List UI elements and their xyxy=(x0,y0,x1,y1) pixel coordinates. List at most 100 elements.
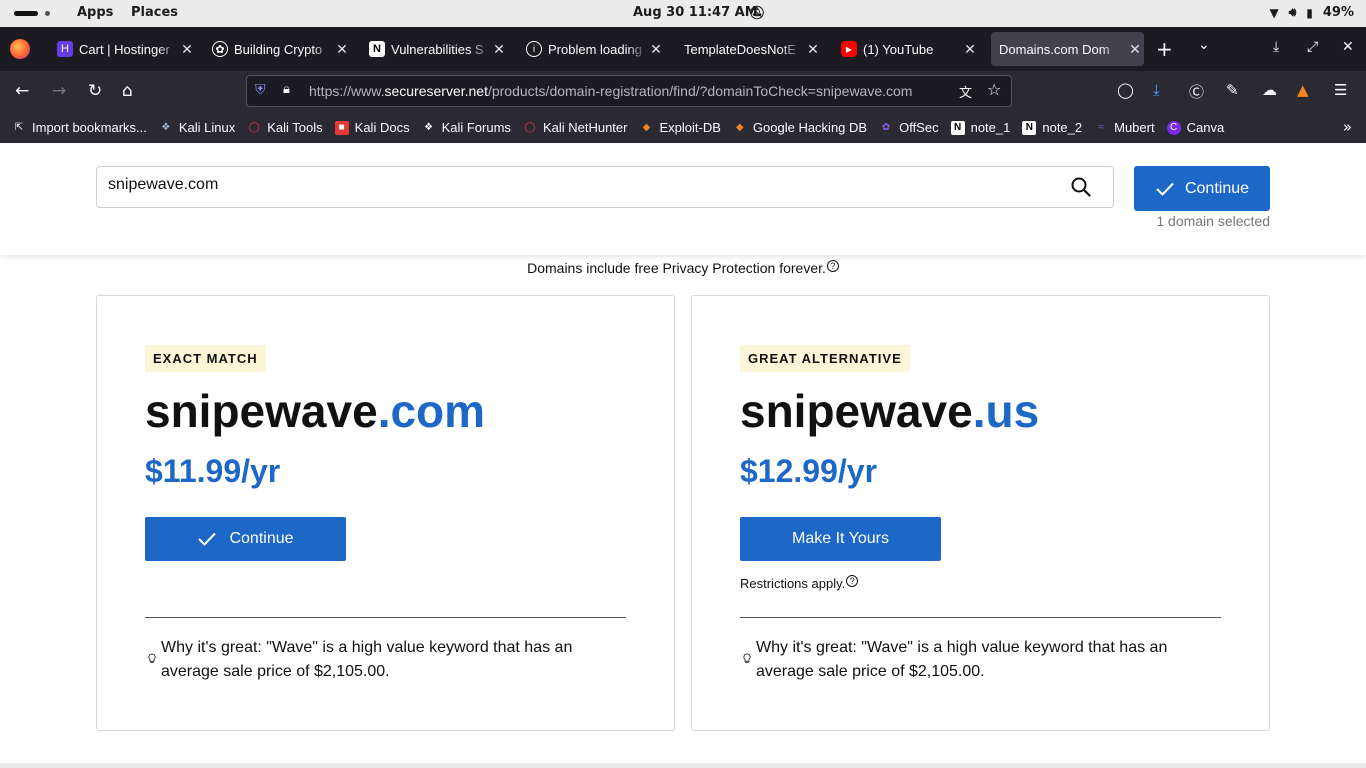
places-menu[interactable]: Places xyxy=(131,5,178,20)
battery-icon: ▮ xyxy=(1306,5,1313,20)
lightbulb-icon xyxy=(743,653,751,664)
navigation-toolbar: ← → ↻ ⌂ ⛨ 🔒︎ https://www.secureserver.ne… xyxy=(0,71,1366,112)
activities-indicator[interactable] xyxy=(14,11,50,16)
tab-label: Domains.com Dom xyxy=(999,41,1110,57)
why-its-great-note: Why it's great: "Wave" is a high value k… xyxy=(145,636,615,684)
continue-label: Continue xyxy=(229,530,294,547)
tab-label: Building Crypto xyxy=(234,41,323,57)
bookmark-kali-tools[interactable]: ◯ Kali Tools xyxy=(247,120,323,135)
continue-button[interactable]: Continue xyxy=(145,517,346,561)
make-it-yours-button[interactable]: Make It Yours xyxy=(740,517,941,561)
firefox-view-icon[interactable] xyxy=(10,39,30,59)
extension-c-icon[interactable]: Ⓒ xyxy=(1189,81,1204,102)
restore-window-icon[interactable]: ⤢ xyxy=(1307,39,1318,55)
close-tab-icon[interactable]: ✕ xyxy=(1126,41,1144,58)
close-tab-icon[interactable]: ✕ xyxy=(490,41,508,58)
bookmark-import[interactable]: ⇱ Import bookmarks... xyxy=(12,120,147,135)
bookmark-kali-linux[interactable]: ❖ Kali Linux xyxy=(159,120,235,135)
bookmark-exploit-db[interactable]: ◆ Exploit-DB xyxy=(639,120,721,135)
search-icon[interactable] xyxy=(1071,177,1091,197)
import-icon: ⇱ xyxy=(14,122,24,133)
tab-problem-loading[interactable]: i Problem loading ✕ xyxy=(521,32,665,66)
offsec-icon: ✿ xyxy=(881,122,891,133)
bookmark-offsec[interactable]: ✿ OffSec xyxy=(879,120,939,135)
tab-youtube[interactable]: ▶ (1) YouTube ✕ xyxy=(835,32,979,66)
close-tab-icon[interactable]: ✕ xyxy=(804,41,822,58)
home-icon[interactable]: ⌂ xyxy=(122,81,133,101)
youtube-icon: ▶ xyxy=(841,41,857,57)
tab-label: TemplateDoesNotE xyxy=(684,41,796,57)
page-content: Continue 1 domain selected Domains inclu… xyxy=(0,143,1366,768)
bookmark-note-1[interactable]: Nnote_1 xyxy=(950,120,1010,135)
checkmark-icon xyxy=(198,532,217,546)
forward-icon[interactable]: → xyxy=(52,81,66,101)
tab-bar: H Cart | Hostinger ✕ ✿ Building Crypto ✕… xyxy=(0,27,1366,71)
minimize-window-icon[interactable]: ⤓ xyxy=(1273,39,1279,55)
notion-icon: N xyxy=(369,41,385,57)
clock[interactable]: Aug 30 11:47 AM xyxy=(633,5,758,20)
bookmark-mubert[interactable]: ≈ Mubert xyxy=(1094,120,1154,135)
close-tab-icon[interactable]: ✕ xyxy=(333,41,351,58)
domain-name: snipewave.us xyxy=(740,385,1040,437)
domain-search-header: Continue 1 domain selected xyxy=(0,143,1366,255)
address-bar[interactable]: ⛨ 🔒︎ https://www.secureserver.net/produc… xyxy=(246,75,1012,107)
lock-icon[interactable]: 🔒︎ xyxy=(283,82,290,97)
kali-docs-icon: ■ xyxy=(334,120,349,135)
list-all-tabs-icon[interactable]: ⌄ xyxy=(1198,37,1210,53)
help-question-icon[interactable]: ? xyxy=(826,260,839,272)
more-bookmarks-chevron-icon[interactable]: » xyxy=(1343,118,1352,136)
downloads-icon[interactable]: ⤓ xyxy=(1153,81,1160,99)
tab-domains-com[interactable]: Domains.com Dom ✕ xyxy=(991,32,1144,66)
great-alternative-badge: GREAT ALTERNATIVE xyxy=(740,345,910,372)
domain-price: $12.99/yr xyxy=(740,453,878,489)
kali-tools-icon: ◯ xyxy=(248,122,260,133)
great-alternative-card: GREAT ALTERNATIVE snipewave.us $12.99/yr… xyxy=(691,295,1270,731)
url-text[interactable]: https://www.secureserver.net/products/do… xyxy=(309,83,949,99)
translate-icon[interactable]: 文 xyxy=(959,82,972,101)
bookmark-canva[interactable]: C Canva xyxy=(1166,120,1224,135)
bookmark-kali-forums[interactable]: ❖ Kali Forums xyxy=(422,120,511,135)
battery-percentage: 49% xyxy=(1322,5,1354,20)
app-menu-icon[interactable]: ☰ xyxy=(1334,81,1347,99)
exact-match-badge: EXACT MATCH xyxy=(145,345,266,372)
restrictions-note: Restrictions apply.? xyxy=(740,575,859,591)
make-it-yours-label: Make It Yours xyxy=(792,530,889,547)
domain-name: snipewave.com xyxy=(145,385,486,437)
workspace-pill-icon xyxy=(14,11,38,16)
apps-menu[interactable]: Apps xyxy=(77,5,113,20)
domain-search-box[interactable] xyxy=(96,166,1114,208)
bookmark-star-icon[interactable]: ☆ xyxy=(987,80,1001,99)
header-continue-button[interactable]: Continue xyxy=(1134,166,1270,211)
tab-cart-hostinger[interactable]: H Cart | Hostinger ✕ xyxy=(52,32,196,66)
close-tab-icon[interactable]: ✕ xyxy=(647,41,665,58)
notifications-muted-icon: 🔕︎ xyxy=(749,6,766,21)
tab-building-crypto[interactable]: ✿ Building Crypto ✕ xyxy=(207,32,351,66)
canva-icon: C xyxy=(1166,120,1181,135)
help-question-icon[interactable]: ? xyxy=(846,575,859,587)
checkmark-icon xyxy=(1156,182,1174,196)
mubert-icon: ≈ xyxy=(1098,122,1104,133)
tracking-protection-shield-icon[interactable]: ⛨ xyxy=(255,82,266,98)
bookmark-note-2[interactable]: Nnote_2 xyxy=(1022,120,1082,135)
system-status-area[interactable]: ▼ 🔊︎ ▮ 49% xyxy=(1269,5,1354,20)
bookmark-kali-nethunter[interactable]: ◯ Kali NetHunter xyxy=(523,120,627,135)
kali-forums-icon: ❖ xyxy=(424,122,434,133)
bookmark-kali-docs[interactable]: ■ Kali Docs xyxy=(334,120,410,135)
domain-search-input[interactable] xyxy=(108,176,1008,194)
tab-vulnerabilities[interactable]: N Vulnerabilities S ✕ xyxy=(364,32,508,66)
reload-icon[interactable]: ↻ xyxy=(88,81,102,101)
close-tab-icon[interactable]: ✕ xyxy=(961,41,979,58)
close-tab-icon[interactable]: ✕ xyxy=(178,41,196,58)
extension-cloud-icon[interactable]: ☁ xyxy=(1262,81,1277,99)
pocket-icon[interactable]: ◯ xyxy=(1117,81,1134,99)
new-tab-icon[interactable]: + xyxy=(1156,37,1173,61)
extensions-puzzle-icon[interactable]: ✎ xyxy=(1226,81,1239,99)
tab-template-does-not-exist[interactable]: TemplateDoesNotE ✕ xyxy=(678,32,822,66)
close-window-icon[interactable]: ✕ xyxy=(1342,39,1354,55)
continue-label: Continue xyxy=(1184,179,1250,197)
metamask-fox-icon[interactable]: ▲ xyxy=(1297,81,1309,99)
kali-icon: ❖ xyxy=(161,122,171,133)
bookmark-google-hacking-db[interactable]: ◆ Google Hacking DB xyxy=(733,120,867,135)
ghdb-icon: ◆ xyxy=(736,122,744,133)
back-icon[interactable]: ← xyxy=(15,81,29,101)
